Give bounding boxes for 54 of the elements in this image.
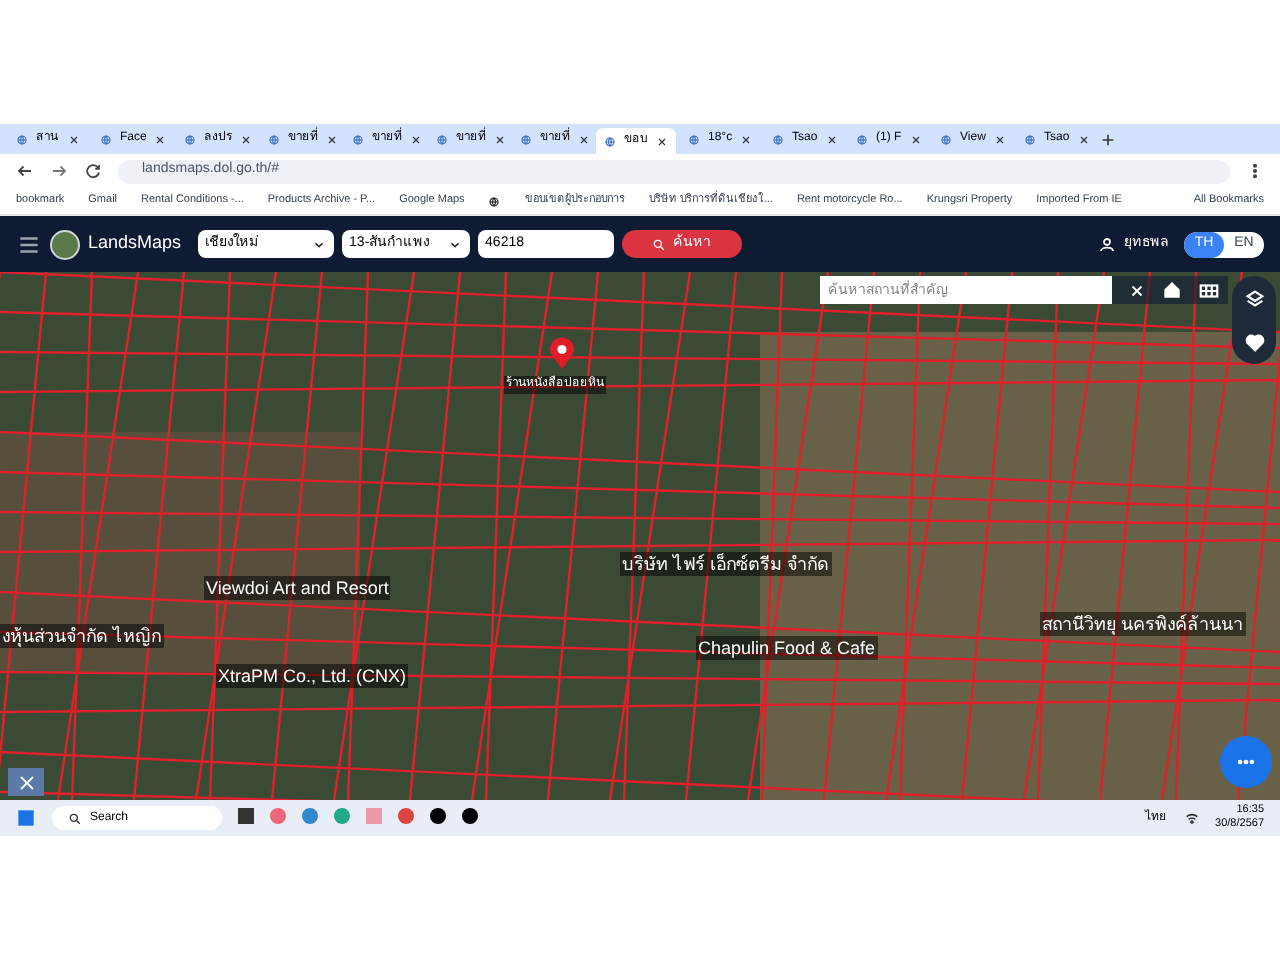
- search-icon: [651, 237, 666, 251]
- app-title: LandsMaps: [88, 230, 182, 257]
- favicon-icon: [436, 133, 448, 145]
- close-icon[interactable]: [825, 133, 838, 145]
- favicon-icon: [940, 133, 952, 145]
- favicon-icon: [16, 133, 28, 145]
- close-icon[interactable]: [68, 133, 80, 145]
- globe-icon[interactable]: [488, 195, 501, 207]
- caret-icon: [311, 237, 326, 251]
- close-icon[interactable]: [578, 133, 590, 145]
- favicon-icon: [688, 133, 700, 145]
- search-icon: [68, 811, 82, 825]
- favicon-icon: [520, 133, 532, 145]
- ruler-cross-icon: [17, 773, 35, 791]
- close-icon[interactable]: [993, 133, 1006, 145]
- favicon-icon: [772, 133, 784, 145]
- close-icon[interactable]: [240, 133, 252, 145]
- caret-icon: [447, 237, 462, 251]
- close-icon[interactable]: [326, 133, 338, 145]
- close-icon[interactable]: [494, 133, 506, 145]
- close-icon[interactable]: [154, 133, 167, 145]
- logo-icon: [50, 229, 80, 259]
- favicon-icon: [856, 133, 868, 145]
- back-icon[interactable]: [16, 162, 34, 180]
- new-tab-icon[interactable]: [1100, 131, 1116, 147]
- map-label: Viewdoi Art and Resort: [204, 576, 391, 600]
- heart-icon[interactable]: [1243, 331, 1265, 353]
- layers-icon[interactable]: [1243, 287, 1265, 309]
- menu-icon[interactable]: [16, 231, 42, 257]
- map-label: งหุ้นส่วนจำกัด ไหญิก: [0, 624, 164, 648]
- home-icon[interactable]: [1162, 280, 1182, 300]
- close-icon[interactable]: [1077, 133, 1090, 145]
- favicon-icon: [184, 133, 196, 145]
- map-pin-icon[interactable]: [544, 336, 580, 372]
- map-label: สถานีวิทยุ นครพิงค์ล้านนา: [1040, 612, 1246, 636]
- map-label: บริษัท ไฟร์ เอ็กซ์ตรีม จำกัด: [620, 552, 832, 576]
- close-icon[interactable]: [909, 133, 922, 145]
- wifi-icon[interactable]: [1183, 810, 1200, 826]
- favicon-icon: [1024, 133, 1036, 145]
- reload-icon[interactable]: [84, 162, 102, 180]
- favicon-icon: [604, 135, 616, 147]
- close-icon[interactable]: [410, 133, 422, 145]
- user-icon[interactable]: [1098, 235, 1116, 253]
- favicon-icon: [268, 133, 280, 145]
- map-label: XtraPM Co., Ltd. (CNX): [216, 664, 409, 688]
- measure-button[interactable]: [8, 768, 44, 796]
- map-label: Chapulin Food & Cafe: [696, 636, 878, 660]
- forward-icon[interactable]: [50, 162, 68, 180]
- close-icon[interactable]: [656, 135, 668, 147]
- favicon-icon: [100, 133, 112, 145]
- favicon-icon: [352, 133, 364, 145]
- start-icon[interactable]: [16, 808, 36, 828]
- close-icon[interactable]: [740, 133, 753, 145]
- grid-icon[interactable]: [1198, 279, 1220, 301]
